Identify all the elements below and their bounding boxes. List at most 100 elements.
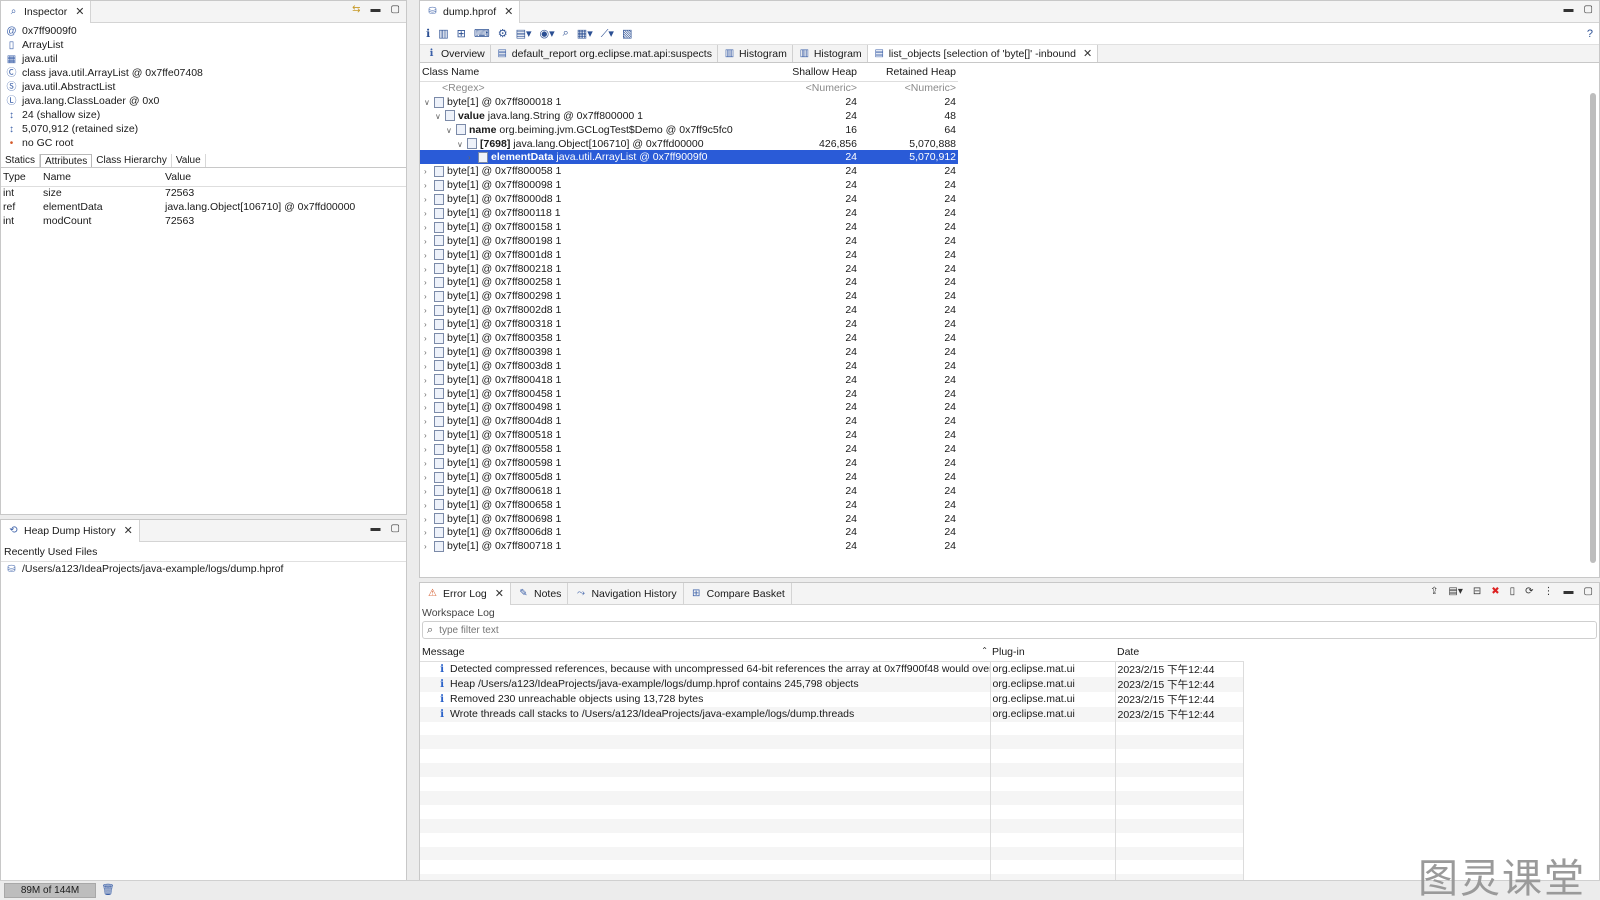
thread-overview-icon[interactable]: ⚙: [498, 27, 508, 40]
tab-navigation-history[interactable]: ⤳ Navigation History: [568, 583, 684, 605]
inspector-item[interactable]: @0x7ff9009f0: [1, 24, 406, 38]
regex-filter[interactable]: <Regex>: [420, 81, 760, 95]
tab-notes[interactable]: ✎ Notes: [511, 583, 569, 605]
open-log-icon[interactable]: ▯: [1510, 586, 1516, 597]
tab-value[interactable]: Value: [172, 154, 206, 167]
editor-subtab[interactable]: ▥ Histogram: [718, 45, 793, 62]
inspector-item[interactable]: Ⓒclass java.util.ArrayList @ 0x7ffe07408: [1, 66, 406, 80]
tree-row[interactable]: › byte[1] @ 0x7ff800658 1 24 24: [420, 498, 958, 512]
chevron-right-icon[interactable]: ›: [424, 209, 434, 218]
maximize-icon[interactable]: ▢: [391, 4, 400, 15]
tree-row[interactable]: › byte[1] @ 0x7ff800258 1 24 24: [420, 275, 958, 289]
tab-compare-basket[interactable]: ⊞ Compare Basket: [684, 583, 792, 605]
garbage-collect-icon[interactable]: 🗑: [101, 883, 115, 896]
tree-row[interactable]: › byte[1] @ 0x7ff800618 1 24 24: [420, 484, 958, 498]
chevron-right-icon[interactable]: ›: [424, 376, 434, 385]
minimize-icon[interactable]: ▬: [1564, 586, 1574, 597]
chevron-right-icon[interactable]: ›: [424, 237, 434, 246]
delete-log-icon[interactable]: ✖: [1491, 586, 1499, 597]
chevron-right-icon[interactable]: ›: [424, 167, 434, 176]
inspector-item[interactable]: • no GC root: [1, 136, 406, 150]
chevron-right-icon[interactable]: ›: [468, 153, 478, 162]
link-icon[interactable]: ⇆: [352, 4, 360, 15]
tree-row[interactable]: › byte[1] @ 0x7ff8004d8 1 24 24: [420, 414, 958, 428]
chevron-right-icon[interactable]: ›: [424, 334, 434, 343]
chevron-right-icon[interactable]: ›: [424, 265, 434, 274]
chevron-down-icon[interactable]: ∨: [424, 98, 434, 107]
inspector-item[interactable]: ↕ 24 (shallow size): [1, 108, 406, 122]
tree-row[interactable]: ∨ [7698] java.lang.Object[106710] @ 0x7ff…: [420, 137, 958, 151]
tree-row[interactable]: › byte[1] @ 0x7ff8000d8 1 24 24: [420, 192, 958, 206]
query-browser-icon[interactable]: ◉▾: [540, 27, 555, 40]
chevron-right-icon[interactable]: ›: [424, 348, 434, 357]
inspector-item[interactable]: ▦ java.util: [1, 52, 406, 66]
tree-row[interactable]: › byte[1] @ 0x7ff8003d8 1 24 24: [420, 359, 958, 373]
chevron-right-icon[interactable]: ›: [424, 445, 434, 454]
filter-icon[interactable]: ▤▾: [1448, 586, 1462, 597]
tree-row[interactable]: › byte[1] @ 0x7ff800558 1 24 24: [420, 442, 958, 456]
restore-log-icon[interactable]: ⟳: [1525, 586, 1533, 597]
tree-row[interactable]: › byte[1] @ 0x7ff800298 1 24 24: [420, 289, 958, 303]
chevron-right-icon[interactable]: ›: [424, 501, 434, 510]
log-row[interactable]: ℹ Detected compressed references, because…: [420, 661, 1244, 677]
chevron-right-icon[interactable]: ›: [424, 403, 434, 412]
retained-filter[interactable]: <Numeric>: [859, 81, 958, 95]
clear-log-icon[interactable]: ⊟: [1473, 586, 1481, 597]
tree-row[interactable]: ∨ byte[1] @ 0x7ff800018 1 24 24: [420, 95, 958, 109]
tree-row[interactable]: › byte[1] @ 0x7ff800418 1 24 24: [420, 373, 958, 387]
tree-row[interactable]: › byte[1] @ 0x7ff800518 1 24 24: [420, 428, 958, 442]
filter-box[interactable]: ⌕: [422, 621, 1597, 639]
chevron-right-icon[interactable]: ›: [424, 473, 434, 482]
maximize-icon[interactable]: ▢: [1584, 586, 1593, 597]
view-menu-icon[interactable]: ⋮: [1544, 586, 1554, 597]
export-log-icon[interactable]: ⇪: [1430, 586, 1438, 597]
maximize-icon[interactable]: ▢: [1584, 4, 1593, 15]
chevron-down-icon[interactable]: ∨: [446, 126, 456, 135]
info-icon[interactable]: ℹ: [426, 27, 430, 40]
tree-row[interactable]: › byte[1] @ 0x7ff800058 1 24 24: [420, 164, 958, 178]
editor-subtab[interactable]: ℹ Overview: [420, 45, 491, 62]
tree-row[interactable]: › byte[1] @ 0x7ff800318 1 24 24: [420, 317, 958, 331]
column-type[interactable]: Type: [1, 168, 41, 187]
inspector-item[interactable]: ▯ ArrayList: [1, 38, 406, 52]
tree-row[interactable]: › byte[1] @ 0x7ff8002d8 1 24 24: [420, 303, 958, 317]
oql-icon[interactable]: ⌨: [474, 27, 490, 40]
chevron-right-icon[interactable]: ›: [424, 417, 434, 426]
column-value[interactable]: Value: [163, 168, 406, 187]
dominator-tree-icon[interactable]: ⊞: [457, 27, 466, 40]
tree-row[interactable]: › byte[1] @ 0x7ff800718 1 24 24: [420, 539, 958, 553]
tree-row[interactable]: ∨ name org.beiming.jvm.GCLogTest$Demo @ 0…: [420, 123, 958, 137]
inspector-item[interactable]: Ⓢjava.util.AbstractList: [1, 80, 406, 94]
chevron-right-icon[interactable]: ›: [424, 278, 434, 287]
chevron-down-icon[interactable]: ∨: [457, 140, 467, 149]
chevron-right-icon[interactable]: ›: [424, 195, 434, 204]
tree-row[interactable]: › byte[1] @ 0x7ff800198 1 24 24: [420, 234, 958, 248]
column-plugin[interactable]: Plug-in: [990, 643, 1115, 662]
column-name[interactable]: Name: [41, 168, 163, 187]
chevron-right-icon[interactable]: ›: [424, 223, 434, 232]
tree-row[interactable]: › elementData java.util.ArrayList @ 0x7ff…: [420, 150, 958, 165]
chevron-right-icon[interactable]: ›: [424, 362, 434, 371]
tree-row[interactable]: › byte[1] @ 0x7ff8001d8 1 24 24: [420, 248, 958, 262]
history-tab[interactable]: ⟲ Heap Dump History ✕: [1, 520, 140, 542]
tree-row[interactable]: › byte[1] @ 0x7ff800158 1 24 24: [420, 220, 958, 234]
tab-error-log[interactable]: ⚠ Error Log ✕: [420, 583, 511, 605]
help-icon[interactable]: ?: [1587, 28, 1593, 40]
run-report-icon[interactable]: ▤▾: [516, 27, 532, 40]
tree-row[interactable]: › byte[1] @ 0x7ff800358 1 24 24: [420, 331, 958, 345]
chevron-right-icon[interactable]: ›: [424, 320, 434, 329]
tree-row[interactable]: › byte[1] @ 0x7ff800598 1 24 24: [420, 456, 958, 470]
log-row[interactable]: ℹ Wrote threads call stacks to /Users/a12…: [420, 706, 1244, 722]
close-icon[interactable]: ✕: [124, 524, 133, 537]
chevron-right-icon[interactable]: ›: [424, 459, 434, 468]
chevron-right-icon[interactable]: ›: [424, 528, 434, 537]
tree-row[interactable]: › byte[1] @ 0x7ff800098 1 24 24: [420, 178, 958, 192]
tree-row[interactable]: › byte[1] @ 0x7ff800218 1 24 24: [420, 262, 958, 276]
shallow-filter[interactable]: <Numeric>: [760, 81, 859, 95]
column-message[interactable]: Message ⌃: [420, 643, 990, 662]
inspector-item[interactable]: ↕ 5,070,912 (retained size): [1, 122, 406, 136]
close-icon[interactable]: ✕: [1083, 47, 1092, 60]
chevron-right-icon[interactable]: ›: [424, 542, 434, 551]
close-icon[interactable]: ✕: [75, 5, 84, 18]
chevron-right-icon[interactable]: ›: [424, 431, 434, 440]
